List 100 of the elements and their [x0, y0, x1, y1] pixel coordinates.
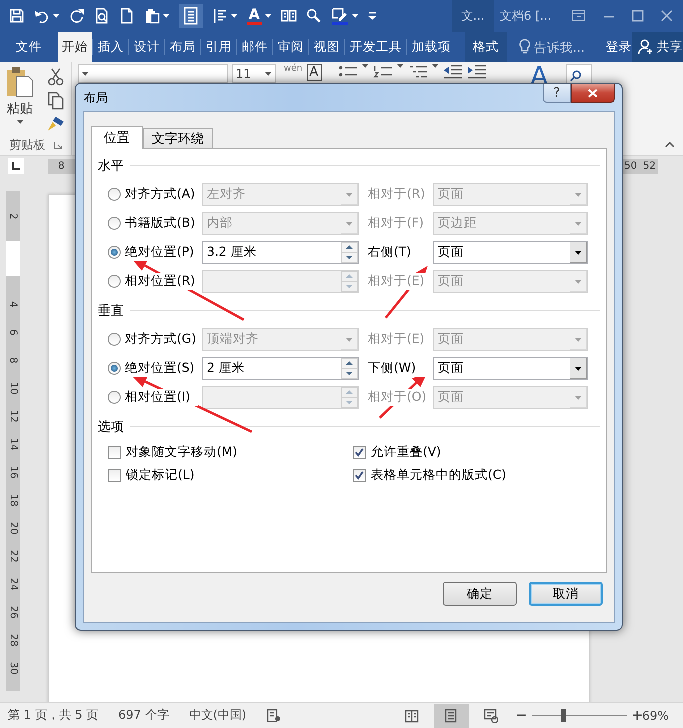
language[interactable]: 中文(中国) — [189, 707, 247, 724]
paste-button[interactable]: 粘贴 — [0, 66, 40, 134]
spin-field[interactable]: 2 厘米 — [202, 357, 359, 380]
caret-icon[interactable] — [53, 14, 60, 18]
ribbon-tab[interactable]: 邮件 — [238, 32, 272, 62]
format-painter-icon[interactable] — [47, 116, 65, 132]
clipboard-icon — [5, 66, 35, 98]
close-icon — [588, 88, 598, 98]
radio-button[interactable] — [108, 275, 121, 288]
ribbon-tab[interactable]: 设计 — [130, 32, 164, 62]
caret-icon[interactable] — [264, 14, 272, 18]
increase-indent-icon[interactable] — [466, 64, 487, 80]
zoom-level[interactable]: 69% — [642, 708, 683, 722]
dropdown[interactable]: 页面 — [433, 357, 588, 380]
ribbon-tab[interactable]: 视图 — [310, 32, 344, 62]
redo-icon[interactable] — [69, 8, 85, 24]
dialog-tab[interactable]: 位置 — [91, 126, 143, 149]
print-preview-icon[interactable] — [94, 8, 110, 24]
caret-icon[interactable] — [396, 64, 404, 68]
ruler-number: 6 — [8, 328, 18, 336]
print-mode-button[interactable] — [434, 704, 470, 728]
dropdown-arrow-icon[interactable] — [570, 358, 587, 379]
page-icon — [444, 708, 458, 722]
radio-button[interactable] — [108, 188, 121, 201]
dialog-button[interactable]: 确定 — [443, 582, 517, 606]
radio-button[interactable] — [108, 362, 121, 375]
pen-icon[interactable] — [330, 7, 349, 25]
dialog-tab[interactable]: 文字环绕 — [143, 128, 213, 148]
ribbon-display-icon[interactable] — [572, 10, 586, 22]
ribbon-tab[interactable]: 开始 — [58, 32, 92, 62]
undo-icon[interactable] — [34, 8, 50, 24]
slider-thumb[interactable] — [561, 709, 566, 722]
help-button[interactable]: ? — [543, 84, 571, 103]
zoom-in-icon[interactable] — [633, 711, 642, 720]
font-name-field[interactable] — [78, 64, 228, 83]
dropdown[interactable]: 页面 — [433, 241, 588, 264]
tell-me-field[interactable]: 告诉我... — [534, 40, 602, 54]
ribbon-tab[interactable]: 插入 — [94, 32, 128, 62]
more-icon[interactable] — [368, 12, 377, 20]
caret-icon[interactable] — [432, 64, 439, 68]
font-size-field[interactable]: 11 — [232, 64, 276, 83]
spin-arrows-icon[interactable] — [341, 242, 358, 263]
ribbon-tab[interactable]: 审阅 — [274, 32, 308, 62]
dialog-launcher-icon[interactable] — [54, 140, 62, 150]
character-border-button[interactable]: A — [306, 64, 322, 81]
caret-icon[interactable] — [231, 14, 238, 18]
spin-arrows-icon[interactable] — [341, 358, 358, 379]
columns-icon[interactable] — [280, 8, 297, 24]
document-lines-icon[interactable] — [179, 4, 203, 28]
window-title: 文档6 [... — [500, 8, 552, 24]
ruler-number: 8 — [58, 160, 65, 172]
caret-icon[interactable] — [352, 14, 359, 18]
ribbon-tab[interactable]: 文件 — [0, 32, 56, 62]
ribbon-tab[interactable]: 加载项 — [408, 32, 455, 62]
ribbon-tab[interactable]: 引用 — [202, 32, 236, 62]
contextual-tab-group: 文... — [452, 0, 494, 32]
paste-icon[interactable] — [144, 8, 160, 24]
maximize-icon[interactable] — [632, 10, 644, 22]
decrease-indent-icon[interactable] — [442, 64, 463, 80]
checkbox[interactable] — [108, 446, 121, 459]
new-document-icon[interactable] — [119, 8, 135, 24]
font-color-button[interactable]: A — [247, 8, 262, 24]
numbering-icon[interactable] — [372, 64, 393, 80]
dialog-button[interactable]: 取消 — [529, 582, 603, 606]
collapse-ribbon-icon[interactable] — [665, 142, 675, 148]
checkbox[interactable] — [108, 469, 121, 482]
copy-icon[interactable] — [48, 92, 64, 110]
multilevel-list-icon[interactable] — [408, 64, 428, 80]
radio-button[interactable] — [108, 217, 121, 230]
caret-icon[interactable] — [82, 72, 89, 76]
caret-icon[interactable] — [16, 120, 24, 124]
save-icon[interactable] — [9, 8, 25, 24]
search-icon[interactable] — [306, 8, 322, 24]
caret-icon[interactable] — [265, 72, 272, 76]
share-button[interactable]: 共享 — [632, 32, 683, 62]
ribbon-tab[interactable]: 格式 — [465, 32, 507, 62]
macro-record-icon[interactable] — [266, 708, 281, 722]
close-button[interactable] — [571, 84, 615, 103]
close-icon[interactable] — [661, 10, 673, 22]
radio-button[interactable] — [108, 246, 121, 259]
paragraph-align-icon[interactable] — [212, 8, 228, 24]
radio-button[interactable] — [108, 391, 121, 404]
ribbon-tab[interactable]: 开发工具 — [346, 32, 406, 62]
radio-button[interactable] — [108, 333, 121, 346]
checkbox[interactable] — [353, 469, 366, 482]
ruler-number: 24 — [8, 578, 18, 590]
caret-icon[interactable] — [163, 14, 170, 18]
spin-field[interactable]: 3.2 厘米 — [202, 241, 359, 264]
phonetic-guide-button[interactable]: wén — [284, 64, 303, 74]
sign-in-link[interactable]: 登录 — [606, 32, 632, 62]
tab-stop-icon[interactable] — [12, 162, 20, 170]
caret-icon[interactable] — [362, 64, 369, 68]
ribbon-tab[interactable]: 布局 — [166, 32, 200, 62]
cut-icon[interactable] — [48, 68, 64, 86]
checkbox[interactable] — [353, 446, 366, 459]
page-count: 第 1 页，共 5 页 — [8, 707, 99, 724]
checkmark-icon — [355, 471, 364, 480]
lightbulb-icon[interactable] — [519, 39, 531, 55]
ruler-number: 30 — [8, 662, 18, 674]
dropdown-arrow-icon[interactable] — [570, 242, 587, 263]
